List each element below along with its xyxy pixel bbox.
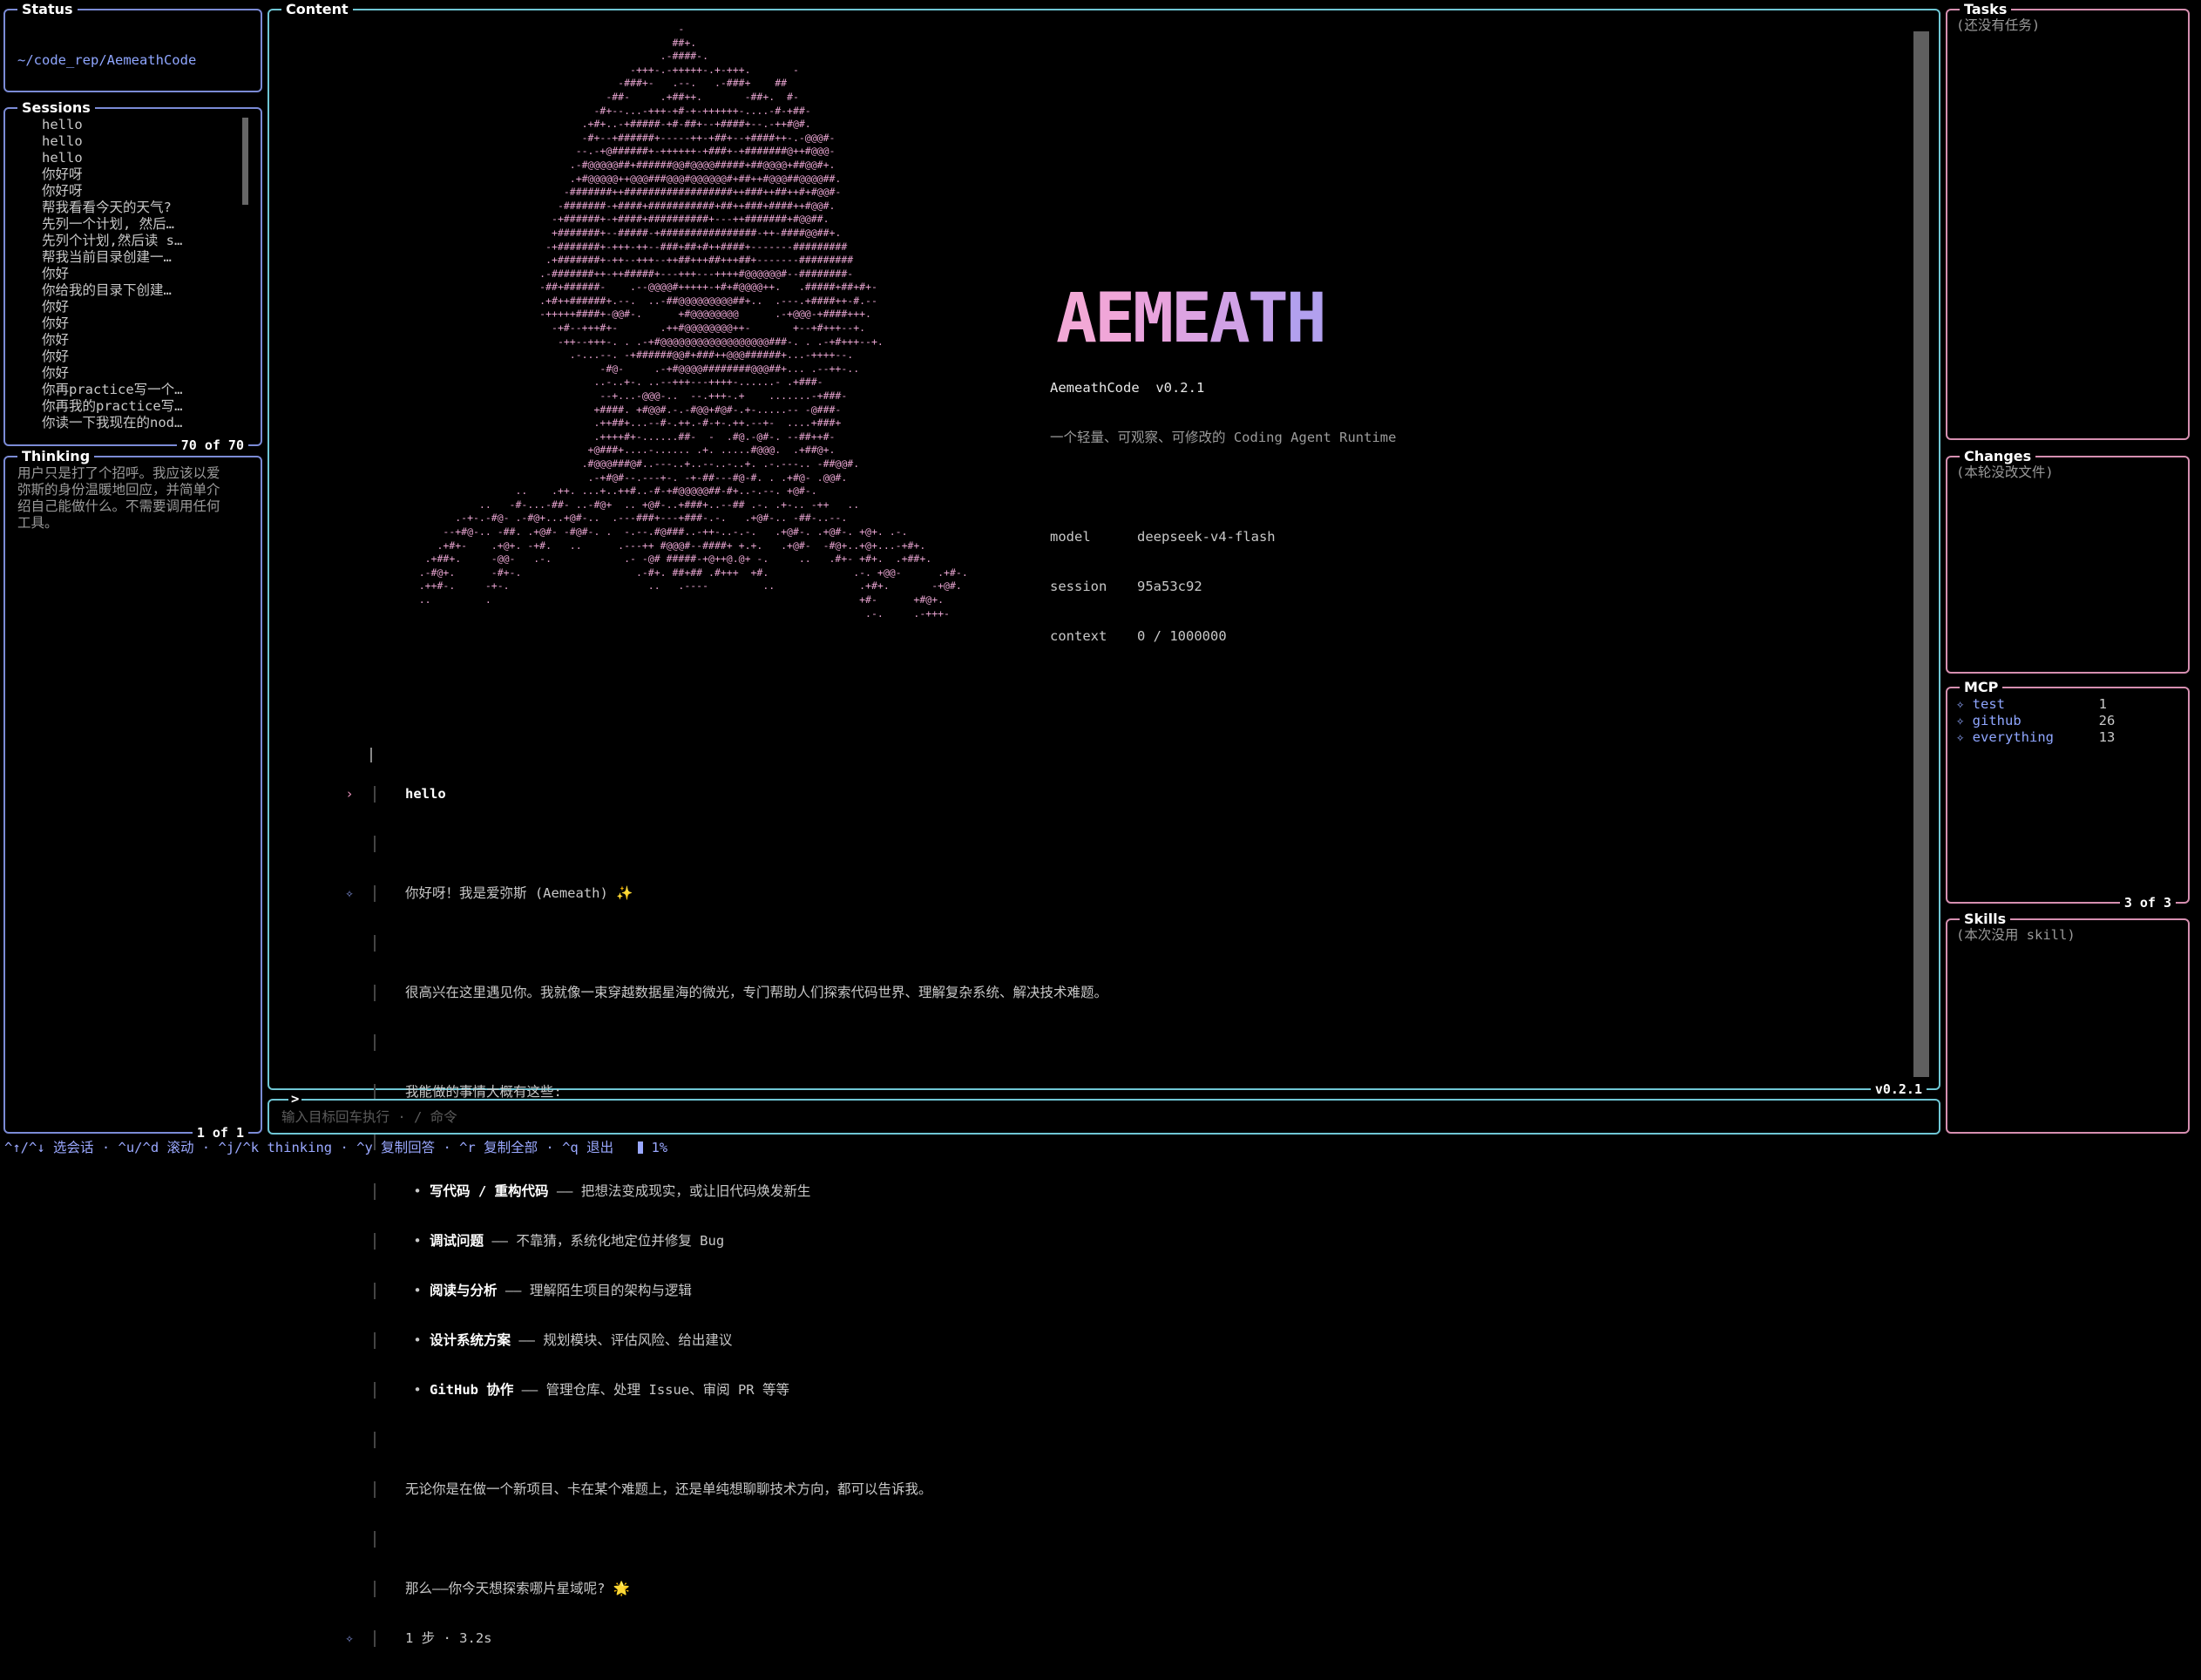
sessions-list: hello hello hello 你好呀 你好呀 帮我看看今天的天气? 先列一个计划, 然… [17, 117, 234, 439]
server-icon: ✧ [1956, 713, 1973, 728]
prompt-icon: > [288, 1091, 302, 1108]
session-item[interactable]: 你再我的practice写… [17, 398, 234, 415]
mcp-server-name: test [1972, 696, 2005, 712]
chat-log: › hello ✧ 你好呀！我是爱弥斯 (Aemeath) ✨ 很高兴在这里遇见你。… [313, 753, 1886, 1680]
mcp-title: MCP [1960, 679, 2003, 696]
mcp-panel: MCP ✧ test 1 ✧ github 26 ✧ everything 13 3 of… [1946, 679, 2190, 911]
user-message: › hello [313, 786, 1886, 803]
session-item[interactable]: 你好 [17, 315, 234, 332]
reply-paragraph-2: 我能做的事情大概有这些: [405, 1084, 562, 1100]
sessions-panel: Sessions hello hello hello 你好呀 你好呀 帮我看看今天的天气?… [3, 99, 262, 454]
keyboard-hints-bar: ^↑/^↓ 选会话 · ^u/^d 滚动 · ^j/^k thinking · … [4, 1140, 667, 1156]
mcp-server-row[interactable]: ✧ test 1 [1956, 696, 2176, 713]
session-item[interactable]: 你好 [17, 349, 234, 365]
mcp-server-row[interactable]: ✧ everything 13 [1956, 729, 2176, 746]
mcp-server-row[interactable]: ✧ github 26 [1956, 713, 2176, 729]
server-icon: ✧ [1956, 696, 1973, 712]
bullet-item: • 写代码 / 重构代码 —— 把想法变成现实，或让旧代码焕发新生 [313, 1183, 1886, 1200]
sessions-counter: 70 of 70 [176, 437, 248, 454]
mcp-tool-count: 26 [2098, 713, 2116, 728]
progress-icon [638, 1141, 644, 1154]
tasks-empty: (还没有任务) [1956, 17, 2041, 33]
session-item[interactable]: 先列个计划,然后读 s… [17, 233, 234, 249]
project-path: ~/code_rep/AemeathCode [17, 52, 197, 68]
meta-model: model deepseek-v4-flash [1050, 529, 1276, 545]
status-title: Status [17, 1, 78, 18]
scroll-percent: 1% [651, 1140, 668, 1155]
app-name: AemeathCode v0.2.1 [1050, 380, 1205, 396]
changes-title: Changes [1960, 448, 2036, 465]
session-item[interactable]: 你好 [17, 266, 234, 282]
session-item[interactable]: 先列一个计划, 然后… [17, 216, 234, 233]
keyboard-hints: ^↑/^↓ 选会话 · ^u/^d 滚动 · ^j/^k thinking · … [4, 1140, 614, 1155]
user-arrow-icon: › [345, 786, 354, 802]
server-icon: ✧ [1956, 729, 1973, 745]
content-title: Content [281, 1, 353, 18]
thinking-panel: Thinking 用户只是打了个招呼。我应该以爱 弥斯的身份温暖地回应，并简单介… [3, 448, 262, 1141]
session-item[interactable]: 你好 [17, 332, 234, 349]
status-panel: Status ~/code_rep/AemeathCode deepseek-v… [3, 1, 262, 92]
session-item[interactable]: 帮我看看今天的天气? [17, 200, 234, 216]
changes-empty: (本轮没改文件) [1956, 464, 2054, 480]
session-item[interactable]: 你好 [17, 365, 234, 382]
reply-paragraph-4: 那么——你今天想探索哪片星域呢? 🌟 [405, 1581, 631, 1596]
thinking-title: Thinking [17, 448, 95, 465]
sessions-title: Sessions [17, 99, 95, 117]
reply-paragraph-3: 无论你是在做一个新项目、卡在某个难题上，还是单纯想聊聊技术方向，都可以告诉我。 [405, 1481, 932, 1497]
thinking-text: 用户只是打了个招呼。我应该以爱 弥斯的身份温暖地回应，并简单介 绍自己能做什么。… [17, 465, 220, 531]
bullet-item: • 阅读与分析 —— 理解陌生项目的架构与逻辑 [313, 1283, 1886, 1299]
mcp-counter: 3 of 3 [2119, 894, 2176, 911]
meta-session: session 95a53c92 [1050, 579, 1202, 594]
tasks-title: Tasks [1960, 1, 2012, 18]
reply-paragraph-1: 很高兴在这里遇见你。我就像一束穿越数据星海的微光，专门帮助人们探索代码世界、理解… [405, 985, 1108, 1000]
skills-title: Skills [1960, 911, 2011, 928]
meta-context: context 0 / 1000000 [1050, 628, 1227, 644]
mcp-server-name: everything [1972, 729, 2054, 745]
session-item[interactable]: 你好 [17, 299, 234, 315]
session-item[interactable]: 你读一下我现在的nod… [17, 415, 234, 431]
thinking-counter: 1 of 1 [192, 1124, 248, 1141]
command-input[interactable]: 输入目标回车执行 · / 命令 [281, 1109, 457, 1126]
bullet-item: • 调试问题 —— 不靠猜，系统化地定位并修复 Bug [313, 1233, 1886, 1250]
step-stats: 1 步 · 3.2s [405, 1630, 492, 1646]
session-item[interactable]: 你再practice写一个… [17, 382, 234, 398]
session-item[interactable]: hello [17, 150, 234, 166]
sessions-scrollbar[interactable] [242, 118, 248, 205]
command-input-box[interactable]: > 输入目标回车执行 · / 命令 [268, 1091, 1940, 1135]
version-tag: v0.2.1 [1870, 1080, 1927, 1098]
content-scrollbar[interactable] [1913, 31, 1929, 1077]
session-item[interactable]: 你好呀 [17, 183, 234, 200]
skills-empty: (本次没用 skill) [1956, 927, 2076, 943]
content-panel[interactable]: Content - ##+. .-####-. -+++-.-+++++-.+-… [268, 1, 1940, 1647]
mcp-server-name: github [1972, 713, 2022, 728]
mcp-tool-count: 13 [2098, 729, 2116, 745]
app-logo: AEMEATH [1056, 280, 1327, 358]
sparkle-icon: ✧ [345, 885, 354, 901]
session-item[interactable]: hello [17, 117, 234, 133]
session-item[interactable]: 你给我的目录下创建… [17, 282, 234, 299]
bullet-item: • 设计系统方案 —— 规划模块、评估风险、给出建议 [313, 1332, 1886, 1349]
ascii-art-figure: - ##+. .-####-. -+++-.-+++++-.+-+++. - -… [418, 23, 968, 620]
session-item[interactable]: 你好呀 [17, 166, 234, 183]
mcp-list: ✧ test 1 ✧ github 26 ✧ everything 13 [1956, 696, 2176, 897]
session-item[interactable]: hello [17, 133, 234, 150]
changes-panel: Changes (本轮没改文件) [1946, 448, 2190, 674]
bullet-item: • GitHub 协作 —— 管理仓库、处理 Issue、审阅 PR 等等 [313, 1382, 1886, 1399]
assistant-greeting: ✧ 你好呀！我是爱弥斯 (Aemeath) ✨ [313, 885, 1886, 902]
session-item[interactable]: 帮我当前目录创建一… [17, 249, 234, 266]
sparkle-icon: ✧ [345, 1630, 354, 1646]
app-tagline: 一个轻量、可观察、可修改的 Coding Agent Runtime [1050, 430, 1397, 445]
mcp-tool-count: 1 [2098, 696, 2108, 712]
app-info: AemeathCode v0.2.1 一个轻量、可观察、可修改的 Coding … [1050, 347, 1396, 678]
skills-panel: Skills (本次没用 skill) [1946, 911, 2190, 1134]
tasks-panel: Tasks (还没有任务) [1946, 1, 2190, 440]
